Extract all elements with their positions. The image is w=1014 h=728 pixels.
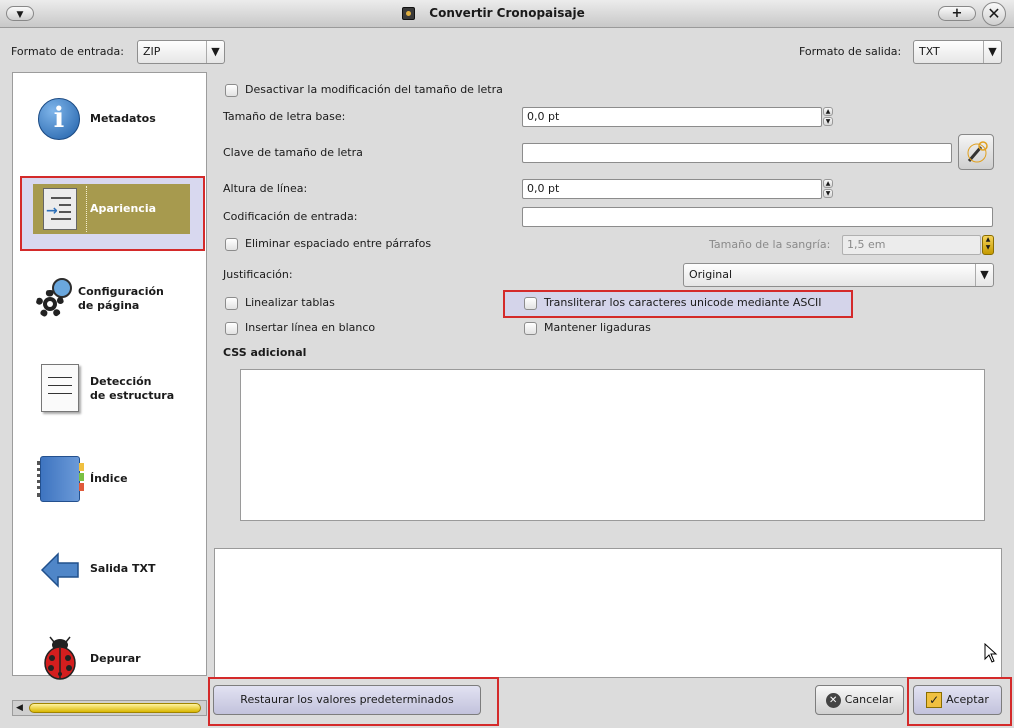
input-format-label: Formato de entrada: [11,45,124,58]
cancel-icon: ✕ [825,692,841,708]
arrow-left-icon [40,552,80,588]
close-button[interactable]: ✕ [982,2,1006,26]
font-size-key-label: Clave de tamaño de letra [223,146,363,159]
base-font-size-input[interactable]: 0,0 pt [522,107,822,127]
input-encoding-label: Codificación de entrada: [223,210,358,223]
sidebar-item-structure-detection[interactable]: Detección de estructura [90,375,174,403]
transliterate-label: Transliterar los caracteres unicode medi… [544,296,822,309]
cancel-label: Cancelar [844,693,894,706]
insert-blank-line-label: Insertar línea en blanco [245,321,376,334]
scrollbar-thumb[interactable] [29,703,201,713]
sidebar-item-structure-line2: de estructura [90,389,175,402]
keep-ligatures-label: Mantener ligaduras [544,321,651,334]
chevron-down-icon: ▼ [206,41,224,63]
spin-down-icon: ▼ [823,117,833,126]
sidebar-item-structure-line1: Detección [90,375,152,388]
input-format-select[interactable]: ZIP ▼ [137,40,225,64]
gear-icon [36,278,72,322]
spin-down-icon: ▼ [823,189,833,198]
input-encoding-input[interactable] [522,207,993,227]
ladybug-icon [40,636,80,682]
base-font-size-label: Tamaño de letra base: [223,110,346,123]
selection-divider [86,186,87,232]
appearance-icon: → [43,188,77,230]
output-format-select[interactable]: TXT ▼ [913,40,1002,64]
disable-font-size-checkbox[interactable] [225,84,238,97]
magic-wand-icon [965,141,989,165]
spin-up-icon: ▲ [823,179,833,188]
extra-css-textarea[interactable] [240,369,985,521]
insert-blank-line-checkbox[interactable] [225,322,238,335]
sidebar-item-txt-output[interactable]: Salida TXT [90,562,156,576]
info-icon: i [38,98,80,140]
sidebar-item-metadata[interactable]: Metadatos [90,112,156,126]
help-panel [214,548,1002,678]
sidebar-item-page-setup[interactable]: Configuración de página [78,285,164,313]
cursor-icon [984,642,998,663]
chevron-down-icon: ▼ [975,264,993,286]
line-height-spinner[interactable]: ▲ ▼ [823,179,835,199]
app-icon [402,7,415,20]
remove-spacing-checkbox[interactable] [225,238,238,251]
base-font-size-spinner[interactable]: ▲ ▼ [823,107,835,127]
maximize-button[interactable]: + [938,6,976,21]
cancel-button[interactable]: ✕ Cancelar [815,685,904,715]
input-format-value: ZIP [143,45,161,58]
chevron-down-icon: ▼ [983,41,1001,63]
keep-ligatures-checkbox[interactable] [524,322,537,335]
accept-button[interactable]: ✓ Aceptar [913,685,1002,715]
transliterate-checkbox[interactable] [524,297,537,310]
document-icon [41,364,79,412]
book-icon [37,456,84,502]
font-size-wizard-button[interactable] [958,134,994,170]
indent-size-input[interactable]: 1,5 em [842,235,981,255]
sidebar-item-page-setup-line2: de página [78,299,140,312]
chevron-down-icon: ▼ [16,10,24,20]
indent-size-label: Tamaño de la sangría: [709,238,831,251]
remove-spacing-label: Eliminar espaciado entre párrafos [245,237,432,250]
sidebar-scrollbar[interactable]: ◀ [12,700,207,716]
window-menu-button[interactable]: ▼ [6,6,34,21]
line-height-input[interactable]: 0,0 pt [522,179,822,199]
window-title: Convertir Cronopaisaje [429,6,585,20]
justification-label: Justificación: [223,268,293,281]
linearize-tables-checkbox[interactable] [225,297,238,310]
chevron-left-icon: ◀ [16,703,23,713]
spin-down-icon: ▼ [985,244,991,251]
line-height-label: Altura de línea: [223,182,308,195]
extra-css-label: CSS adicional [223,346,307,359]
indent-size-spinner[interactable]: ▲ ▼ [982,235,994,255]
output-format-label: Formato de salida: [799,45,902,58]
linearize-tables-label: Linealizar tablas [245,296,335,309]
font-size-key-input[interactable] [522,143,952,163]
close-icon: ✕ [987,4,1001,23]
output-format-value: TXT [919,45,940,58]
accept-label: Aceptar [946,693,989,706]
sidebar-item-appearance-label: Apariencia [90,202,157,215]
sidebar-item-debug[interactable]: Depurar [90,652,141,666]
spin-up-icon: ▲ [823,107,833,116]
justification-select[interactable]: Original ▼ [683,263,994,287]
spin-up-icon: ▲ [985,236,991,243]
plus-icon: + [951,6,963,21]
sidebar-item-index[interactable]: Índice [90,472,128,486]
restore-defaults-button[interactable]: Restaurar los valores predeterminados [213,685,481,715]
checkmark-icon: ✓ [926,692,943,708]
justification-value: Original [689,268,733,281]
disable-font-size-label: Desactivar la modificación del tamaño de… [245,83,503,96]
sidebar-item-page-setup-line1: Configuración [78,285,164,298]
